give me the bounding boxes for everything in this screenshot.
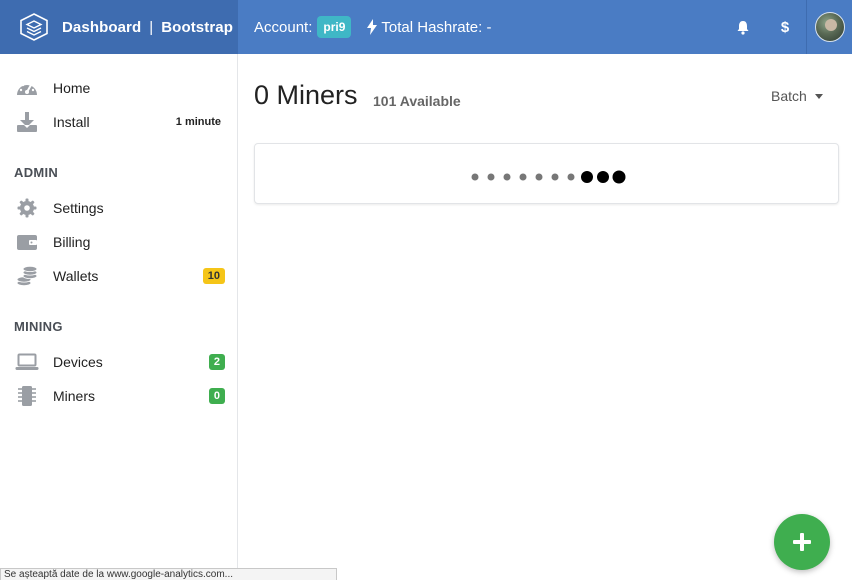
billing-dollar-button[interactable]: $ bbox=[764, 0, 806, 54]
sidebar-item-label: Home bbox=[53, 80, 91, 96]
account-label: Account: bbox=[254, 18, 313, 36]
lightning-bolt-icon bbox=[367, 19, 378, 35]
navbar-right: $ bbox=[722, 0, 852, 54]
brand-name: Dashboard bbox=[62, 18, 142, 36]
caret-down-icon bbox=[814, 93, 823, 99]
devices-count-badge: 2 bbox=[208, 354, 225, 370]
loader-dot bbox=[567, 173, 575, 181]
sidebar-item-label: Devices bbox=[53, 354, 103, 370]
sidebar-item-label: Billing bbox=[53, 234, 91, 250]
add-miner-button[interactable] bbox=[774, 514, 830, 570]
brand-title: Dashboard | Bootstrap bbox=[62, 19, 233, 36]
wallets-count-badge: 10 bbox=[202, 268, 225, 284]
loader-dot bbox=[612, 170, 626, 184]
gear-icon bbox=[15, 196, 39, 220]
loader-dot bbox=[519, 173, 527, 181]
sidebar-item-install[interactable]: Install 1 minute bbox=[0, 107, 238, 137]
brand-link[interactable]: Dashboard | Bootstrap bbox=[0, 0, 238, 54]
sidebar-item-home[interactable]: Home bbox=[0, 73, 238, 103]
sidebar: Home Install 1 minute ADMIN Settings Bil… bbox=[0, 54, 238, 580]
laptop-icon bbox=[15, 350, 39, 374]
plus-icon bbox=[793, 533, 811, 551]
sidebar-item-label: Settings bbox=[53, 200, 104, 216]
wallet-icon bbox=[15, 230, 39, 254]
loader-dot bbox=[487, 173, 495, 181]
hashrate-label: Total Hashrate: - bbox=[381, 18, 492, 36]
sidebar-item-label: Miners bbox=[53, 388, 96, 404]
page-title: 0 Miners bbox=[254, 80, 358, 110]
account-name-badge[interactable]: pri9 bbox=[317, 16, 352, 38]
main-content: 0 Miners 101 Available Batch bbox=[238, 54, 852, 580]
section-title-mining: MINING bbox=[14, 319, 63, 334]
notifications-button[interactable] bbox=[722, 0, 764, 54]
miners-list-card bbox=[254, 143, 839, 204]
loading-spinner bbox=[471, 170, 626, 184]
sidebar-item-billing[interactable]: Billing bbox=[0, 227, 238, 257]
loader-dot bbox=[581, 171, 593, 183]
loader-dot bbox=[597, 171, 609, 183]
dashboard-gauge-icon bbox=[15, 76, 39, 100]
chip-icon bbox=[15, 384, 39, 408]
download-icon bbox=[15, 110, 39, 134]
miners-count-badge: 0 bbox=[208, 388, 225, 404]
stack-logo-icon bbox=[20, 13, 48, 41]
sidebar-item-wallets[interactable]: Wallets 10 bbox=[0, 261, 238, 291]
available-count: 101 Available bbox=[373, 93, 461, 109]
sidebar-item-label: Install bbox=[53, 114, 90, 130]
total-hashrate: Total Hashrate: - bbox=[367, 19, 491, 36]
avatar bbox=[814, 12, 845, 42]
sidebar-item-label: Wallets bbox=[53, 268, 99, 284]
dollar-icon: $ bbox=[780, 18, 790, 36]
sidebar-item-miners[interactable]: Miners 0 bbox=[0, 381, 238, 411]
user-menu-button[interactable] bbox=[806, 0, 852, 54]
loader-dot bbox=[503, 173, 511, 181]
browser-status-bar: Se așteaptă date de la www.google-analyt… bbox=[0, 568, 337, 580]
sidebar-item-devices[interactable]: Devices 2 bbox=[0, 347, 238, 377]
bell-icon bbox=[737, 20, 749, 35]
account-selector[interactable]: Account: pri9 bbox=[254, 16, 352, 38]
loader-dot bbox=[551, 173, 559, 181]
batch-label: Batch bbox=[771, 88, 807, 104]
section-title-admin: ADMIN bbox=[14, 165, 59, 180]
batch-dropdown[interactable]: Batch bbox=[771, 88, 823, 104]
brand-suffix: Bootstrap bbox=[161, 18, 233, 36]
sidebar-item-settings[interactable]: Settings bbox=[0, 193, 238, 223]
brand-separator: | bbox=[149, 18, 154, 36]
install-time-meta: 1 minute bbox=[175, 116, 221, 128]
loader-dot bbox=[471, 173, 479, 181]
loader-dot bbox=[535, 173, 543, 181]
coins-stack-icon bbox=[15, 264, 39, 288]
top-navbar: Dashboard | Bootstrap Account: pri9 Total … bbox=[0, 0, 852, 54]
